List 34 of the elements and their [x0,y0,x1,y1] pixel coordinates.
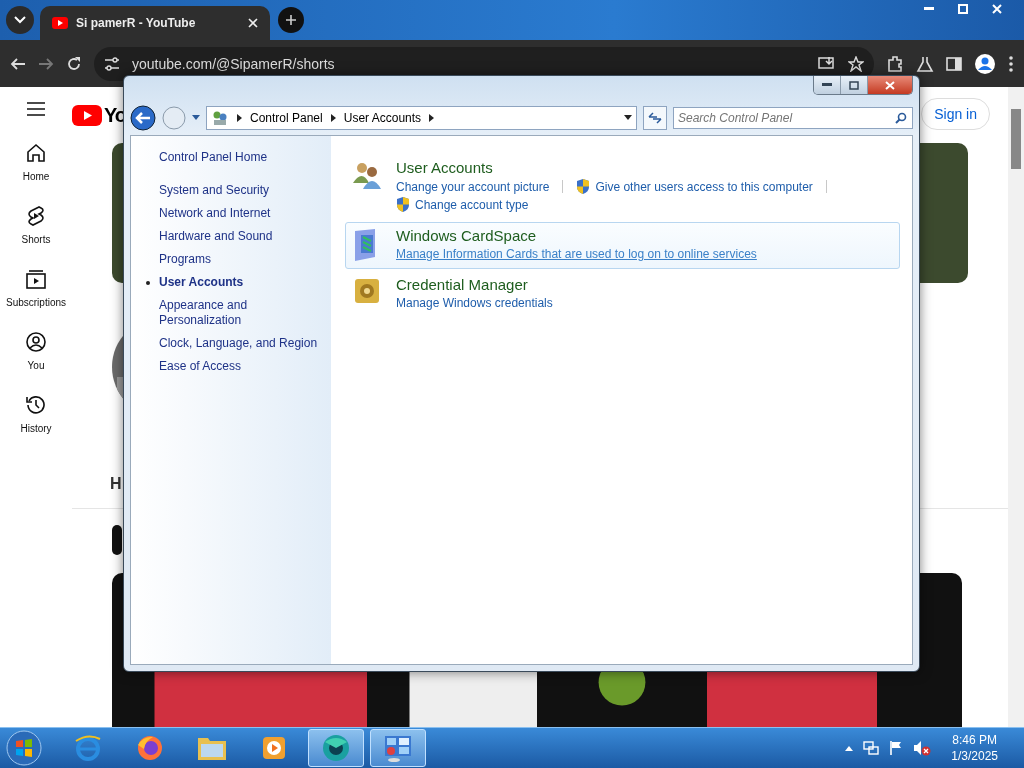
clock-date[interactable]: 1/3/2025 [951,749,998,763]
sidebar-item[interactable]: Home [0,141,72,182]
nav-link[interactable]: Programs [143,252,319,267]
category-title[interactable]: Windows CardSpace [396,227,757,244]
nav-link[interactable]: User Accounts [143,275,319,290]
nav-link[interactable]: System and Security [143,183,319,198]
task-link[interactable]: Manage Information Cards that are used to log on to online services [396,247,757,261]
nav-link[interactable]: Ease of Access [143,359,319,374]
sidebar-item[interactable]: Subscriptions [0,267,72,308]
search-field[interactable]: Search Control Panel [673,106,913,129]
sidebar-item[interactable]: You [0,330,72,371]
category-title[interactable]: Credential Manager [396,276,553,293]
category-panel[interactable]: Credential Manager Manage Windows credentials [345,271,900,318]
category-title[interactable]: User Accounts [396,159,835,176]
section-heading: H [110,475,122,493]
task-link[interactable]: Manage Windows credentials [396,296,553,310]
task-link[interactable]: Change account type [415,197,529,212]
breadcrumb-item[interactable]: Control Panel [250,110,323,125]
sidebar-item[interactable]: History [0,393,72,434]
category-panel[interactable]: Windows CardSpace Manage Information Cards that are used to log on to online services [345,222,900,269]
task-link[interactable]: Give other users access to this computer [595,179,813,194]
address-bar[interactable]: Control Panel User Accounts [206,105,637,130]
nav-link[interactable]: Clock, Language, and Region [143,336,319,351]
sign-in-button[interactable]: Sign in [921,98,990,130]
browser-tab[interactable]: Si pamerR - YouTube [40,6,270,40]
category-panel[interactable]: User Accounts Change your account picture Give other users access to this computer Change account type [345,154,900,220]
task-link[interactable]: Change your account picture [396,179,550,194]
nav-link[interactable]: Control Panel Home [143,150,319,165]
nav-link[interactable]: Network and Internet [143,206,319,221]
sidebar-item[interactable]: Shorts [0,204,72,245]
breadcrumb-item[interactable]: User Accounts [343,110,422,125]
nav-link[interactable]: Appearance and Personalization [143,298,319,328]
nav-link[interactable]: Hardware and Sound [143,229,319,244]
clock-time[interactable]: 8:46 PM [952,733,997,747]
